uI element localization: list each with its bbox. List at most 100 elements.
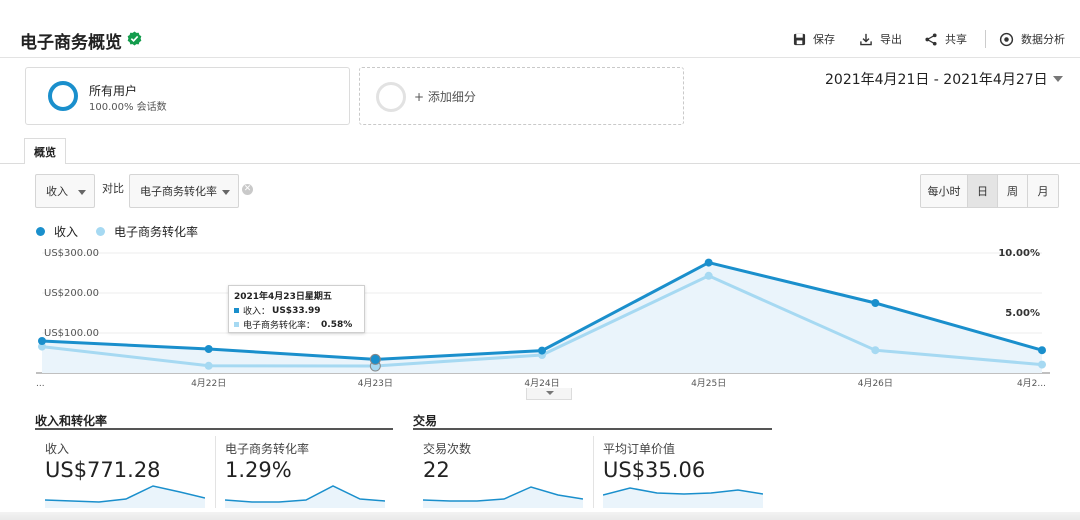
- data-point-revenue[interactable]: [704, 258, 713, 267]
- scorecard-value: 1.29%: [225, 458, 292, 482]
- legend-item-conversion[interactable]: 电子商务转化率: [96, 223, 198, 240]
- primary-metric-label: 收入: [46, 185, 68, 198]
- page-bottom-edge: [0, 512, 1080, 520]
- scorecard-label: 交易次数: [423, 442, 472, 456]
- data-point-revenue[interactable]: [871, 299, 880, 307]
- y-left-tick-label: US$200.00: [44, 288, 99, 299]
- legend-label-conversion: 电子商务转化率: [114, 225, 199, 239]
- verified-check-icon: [127, 31, 142, 46]
- x-tick-label: 4月2...: [1017, 378, 1046, 389]
- scorecard-transactions[interactable]: 交易次数 22: [423, 436, 583, 512]
- y-left-tick-label: US$100.00: [44, 328, 99, 339]
- x-tick-label: 4月25日: [691, 378, 726, 389]
- export-button[interactable]: 导出: [859, 30, 902, 48]
- download-icon: [860, 33, 872, 45]
- chevron-down-icon: [546, 391, 554, 395]
- page-title: 电子商务概览: [20, 33, 122, 53]
- insights-label: 数据分析: [1021, 33, 1065, 46]
- comparison-metric-label: 电子商务转化率: [140, 185, 217, 198]
- granularity-day-button[interactable]: 日: [968, 175, 998, 207]
- granularity-month-button[interactable]: 月: [1028, 175, 1058, 207]
- data-point-conversion[interactable]: [871, 346, 880, 355]
- scorecard-value: 22: [423, 458, 450, 482]
- segment-name: 所有用户: [89, 84, 138, 98]
- tab-overview[interactable]: 概览: [24, 138, 66, 164]
- tooltip-swatch-conversion: [234, 322, 239, 327]
- line-chart[interactable]: US$300.00 US$200.00 US$100.00 10.00% 5.00%..…: [0, 240, 1080, 400]
- remove-metric-icon[interactable]: ✕: [242, 184, 253, 195]
- share-icon: [925, 32, 937, 46]
- granularity-toggle: 每小时 日 周 月: [920, 174, 1059, 208]
- tooltip-row-conversion: 电子商务转化率： 0.58%: [234, 318, 359, 331]
- y-left-tick-label: US$300.00: [44, 248, 99, 259]
- tooltip-conversion-label: 电子商务转化率：: [243, 321, 316, 331]
- tooltip-title: 2021年4月23日星期五: [234, 292, 332, 302]
- data-point-conversion[interactable]: [1038, 360, 1046, 369]
- tooltip-row-revenue: 收入： US$33.99: [234, 304, 359, 317]
- legend-dot-conversion: [96, 227, 105, 236]
- share-label: 共享: [945, 33, 967, 46]
- segment-all-users[interactable]: 所有用户 100.00% 会话数: [25, 67, 350, 125]
- scorecard-avg-order-value[interactable]: 平均订单价值 US$35.06: [603, 436, 763, 512]
- x-tick-label: 4月26日: [858, 378, 893, 389]
- tooltip-swatch-revenue: [234, 308, 239, 313]
- insights-icon: [999, 32, 1014, 46]
- chevron-down-icon[interactable]: [1053, 76, 1063, 82]
- legend-dot-revenue: [36, 227, 45, 236]
- legend-item-revenue[interactable]: 收入: [36, 223, 78, 240]
- data-point-revenue[interactable]: [1038, 346, 1046, 355]
- empty-segment-ring-icon: [376, 82, 406, 112]
- tab-underline: [0, 163, 1080, 164]
- save-label: 保存: [813, 33, 835, 46]
- data-point-revenue[interactable]: [369, 353, 381, 365]
- data-point-conversion[interactable]: [204, 361, 213, 370]
- share-button[interactable]: 共享: [924, 30, 967, 48]
- section-underline: [35, 428, 393, 430]
- header-divider: [0, 57, 1080, 58]
- data-point-revenue[interactable]: [538, 346, 546, 355]
- section-title-transactions: 交易: [413, 414, 438, 428]
- save-icon: [793, 33, 806, 45]
- section-title-revenue-conversion: 收入和转化率: [35, 414, 108, 428]
- add-segment-button[interactable]: + 添加细分: [359, 67, 684, 125]
- section-underline: [413, 428, 772, 430]
- add-segment-label: + 添加细分: [414, 90, 476, 104]
- sparkline-conversion-rate: [225, 485, 385, 508]
- x-tick-label: 4月23日: [358, 378, 393, 389]
- save-button[interactable]: 保存: [793, 30, 835, 48]
- y-right-tick-label: 10.00%: [998, 248, 1040, 259]
- y-right-tick-label: 5.00%: [1005, 308, 1040, 319]
- scorecard-revenue[interactable]: 收入 US$771.28: [45, 436, 205, 512]
- tooltip-conversion-value: 0.58%: [321, 319, 353, 330]
- segment-ring-icon: [48, 81, 78, 111]
- scorecard-value: US$771.28: [45, 458, 161, 482]
- sparkline-avg-order-value: [603, 487, 763, 508]
- scorecard-conversion-rate[interactable]: 电子商务转化率 1.29%: [225, 436, 385, 512]
- granularity-hourly-button[interactable]: 每小时: [921, 175, 968, 207]
- x-tick-label: ...: [36, 379, 45, 389]
- insights-button[interactable]: 数据分析: [999, 30, 1065, 48]
- scorecard-divider: [215, 436, 216, 508]
- tooltip-revenue-value: US$33.99: [272, 305, 321, 316]
- versus-label: 对比: [102, 182, 124, 195]
- sparkline-revenue: [45, 485, 205, 508]
- chart-collapse-handle[interactable]: [526, 388, 572, 400]
- granularity-week-button[interactable]: 周: [998, 175, 1028, 207]
- export-label: 导出: [880, 33, 902, 46]
- toolbar-divider: [985, 30, 986, 48]
- scorecard-divider: [593, 436, 594, 508]
- data-point-revenue[interactable]: [204, 345, 213, 353]
- sparkline-transactions: [423, 486, 583, 508]
- data-point-conversion[interactable]: [704, 271, 713, 280]
- scorecard-value: US$35.06: [603, 458, 706, 482]
- scorecard-label: 平均订单价值: [603, 442, 676, 456]
- segment-subtitle: 100.00% 会话数: [89, 102, 167, 113]
- chart-tooltip: 2021年4月23日星期五 收入： US$33.99 电子商务转化率： 0.58…: [228, 285, 365, 333]
- date-range-picker[interactable]: 2021年4月21日 - 2021年4月27日: [825, 69, 1048, 89]
- scorecard-label: 收入: [45, 442, 70, 456]
- chevron-down-icon: [222, 190, 230, 195]
- chevron-down-icon: [78, 190, 86, 195]
- tooltip-revenue-label: 收入：: [243, 307, 271, 317]
- comparison-metric-dropdown[interactable]: 电子商务转化率: [129, 174, 239, 208]
- primary-metric-dropdown[interactable]: 收入: [35, 174, 95, 208]
